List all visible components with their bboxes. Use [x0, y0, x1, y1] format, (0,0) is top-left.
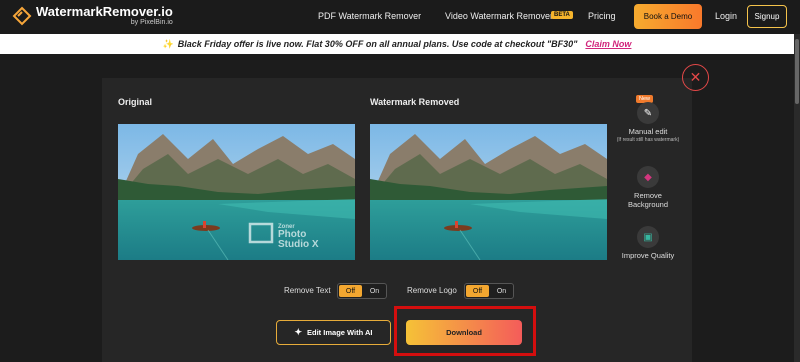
sparkle-icon: ✦ [294, 327, 303, 337]
nav-link-video-watermark-remover[interactable]: Video Watermark Remover [445, 11, 553, 21]
remove-background-label: Remove Background [627, 191, 669, 209]
signup-button[interactable]: Signup [747, 5, 787, 28]
logo-icon [12, 6, 32, 25]
claim-now-link[interactable]: Claim Now [585, 39, 631, 49]
nav-link-pricing[interactable]: Pricing [588, 11, 616, 21]
remove-text-on[interactable]: On [363, 284, 386, 298]
watermark-removed-image [370, 124, 607, 260]
close-icon[interactable]: ✕ [682, 64, 709, 91]
manual-edit-label: Manual edit [628, 127, 668, 136]
improve-quality-icon: ▣ [637, 226, 659, 248]
sparkle-icon: ✨ [162, 38, 174, 49]
original-image: Zoner Photo Studio X [118, 124, 355, 260]
edit-image-with-ai-button[interactable]: ✦ Edit Image With AI [276, 320, 391, 345]
improve-quality-label: Improve Quality [621, 251, 675, 260]
pencil-icon: ✎ [637, 102, 659, 124]
promo-message: Black Friday offer is live now. Flat 30%… [177, 39, 578, 49]
manual-edit-tool[interactable]: ✎ Manual edit (If result still has water… [613, 102, 683, 143]
remove-logo-label: Remove Logo [407, 286, 457, 295]
top-navbar: WatermarkRemover.io by PixelBin.io PDF W… [0, 0, 800, 34]
remove-logo-on[interactable]: On [490, 284, 513, 298]
original-label: Original [118, 97, 153, 107]
watermark-removed-label: Watermark Removed [370, 97, 460, 107]
remove-text-off[interactable]: Off [339, 285, 362, 297]
nav-link-login[interactable]: Login [715, 11, 737, 21]
remove-background-tool[interactable]: ◆ Remove Background [613, 166, 683, 209]
manual-edit-note: (If result still has watermark) [616, 136, 680, 143]
book-demo-button[interactable]: Book a Demo [634, 4, 702, 29]
remove-logo-toggle[interactable]: Off On [464, 283, 514, 299]
remove-text-label: Remove Text [284, 286, 331, 295]
edit-image-with-ai-label: Edit Image With AI [307, 328, 373, 337]
improve-quality-tool[interactable]: ▣ Improve Quality [613, 226, 683, 261]
promo-banner: ✨ Black Friday offer is live now. Flat 3… [0, 34, 794, 54]
nav-link-pdf-watermark-remover[interactable]: PDF Watermark Remover [318, 11, 421, 21]
remove-text-toggle[interactable]: Off On [337, 283, 387, 299]
brand-title: WatermarkRemover.io [36, 4, 173, 19]
remove-background-icon: ◆ [637, 166, 659, 188]
brand-subtitle: by PixelBin.io [130, 19, 173, 26]
watermark-line-3: Studio X [278, 239, 319, 250]
brand-logo[interactable]: WatermarkRemover.io by PixelBin.io [12, 5, 173, 26]
page-scrollbar[interactable] [794, 34, 800, 362]
download-highlight-box [394, 306, 536, 356]
beta-badge: BETA [551, 11, 573, 19]
remove-logo-off[interactable]: Off [466, 285, 489, 297]
